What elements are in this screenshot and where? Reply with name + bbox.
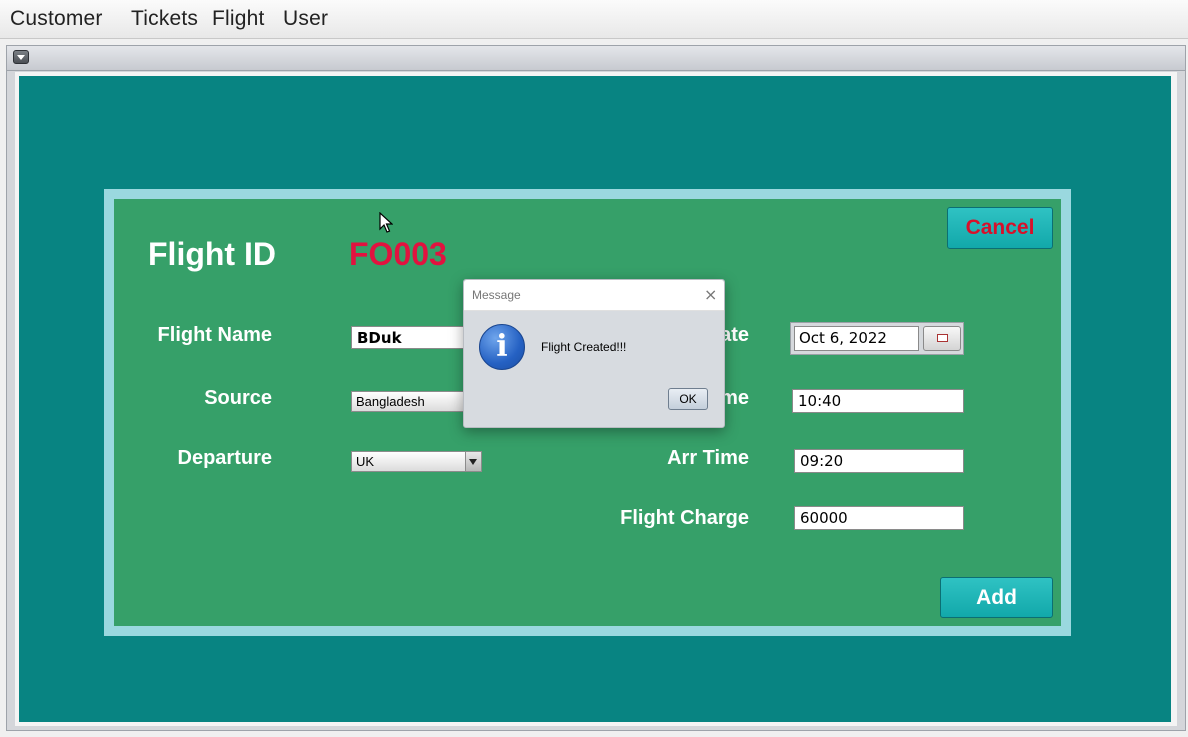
- info-icon: i: [479, 324, 525, 370]
- menu-bar: Customer Tickets Flight User: [0, 0, 1188, 39]
- dialog-titlebar: Message ×: [464, 280, 724, 311]
- calendar-button[interactable]: [923, 326, 961, 351]
- source-selected-value: Bangladesh: [356, 394, 425, 409]
- dialog-message: Flight Created!!!: [541, 340, 627, 354]
- add-button[interactable]: Add: [940, 577, 1053, 618]
- dep-time-field[interactable]: 10:40: [792, 389, 964, 413]
- message-dialog: Message × i Flight Created!!! OK: [463, 279, 725, 428]
- flight-id-value: FO003: [349, 236, 447, 272]
- menu-user[interactable]: User: [283, 7, 328, 31]
- internal-frame-titlebar: [7, 46, 1185, 71]
- ok-button[interactable]: OK: [668, 388, 708, 410]
- flight-name-label: Flight Name: [157, 324, 272, 346]
- departure-label: Departure: [177, 447, 272, 469]
- date-field[interactable]: Oct 6, 2022: [794, 326, 919, 351]
- flight-id-label: Flight ID: [148, 236, 276, 272]
- arr-time-field[interactable]: 09:20: [794, 449, 964, 473]
- departure-selected-value: UK: [356, 454, 375, 469]
- cancel-button[interactable]: Cancel: [947, 207, 1053, 249]
- mouse-cursor-icon: [379, 212, 393, 233]
- flight-name-field[interactable]: BDuk: [351, 326, 481, 349]
- menu-customer[interactable]: Customer: [10, 7, 103, 31]
- date-picker[interactable]: Oct 6, 2022: [790, 322, 964, 355]
- close-icon[interactable]: ×: [704, 285, 717, 304]
- flight-charge-field[interactable]: 60000: [794, 506, 964, 530]
- calendar-icon: [937, 334, 948, 342]
- menu-flight[interactable]: Flight: [212, 7, 265, 31]
- dialog-title: Message: [472, 288, 521, 302]
- departure-dropdown[interactable]: UK: [351, 451, 482, 472]
- frame-menu-icon[interactable]: [13, 50, 29, 64]
- source-label: Source: [204, 387, 272, 409]
- arr-time-label: Arr Time: [667, 447, 749, 469]
- chevron-down-icon[interactable]: [465, 452, 481, 471]
- menu-tickets[interactable]: Tickets: [131, 7, 198, 31]
- flight-charge-label: Flight Charge: [620, 507, 749, 529]
